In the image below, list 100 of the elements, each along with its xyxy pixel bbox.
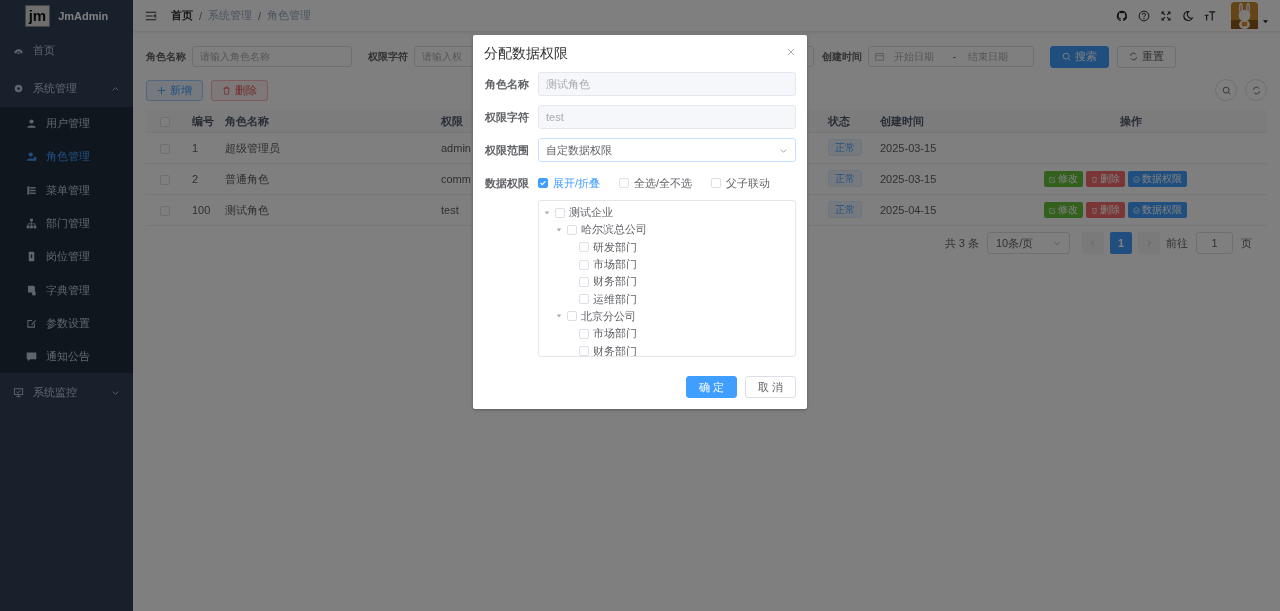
checkbox[interactable]: 父子联动 (711, 175, 771, 191)
select-field[interactable]: 自定数据权限 (538, 138, 796, 162)
checkbox[interactable] (567, 224, 577, 235)
tree-item[interactable]: 市场部门 (593, 257, 637, 273)
status-tag: 正常 (828, 139, 862, 156)
trash-icon (1091, 175, 1098, 183)
checkbox[interactable] (555, 207, 565, 218)
status-tag: 正常 (828, 201, 862, 218)
font-size-icon[interactable] (1204, 9, 1216, 22)
checkbox[interactable] (579, 294, 589, 305)
help-icon[interactable] (1138, 9, 1150, 22)
tree-item[interactable]: 财务部门 (593, 274, 637, 290)
field-label: 数据权限 (484, 175, 530, 191)
table-cell: 普通角色 (225, 172, 269, 185)
menu-icon[interactable] (145, 9, 157, 22)
search-icon (1221, 85, 1231, 95)
column-header: 状态 (828, 114, 850, 127)
add-button[interactable]: 新增 (146, 79, 203, 101)
menu-item[interactable]: 用户管理 (0, 107, 133, 141)
refresh-icon (1251, 85, 1261, 95)
edit-button[interactable]: 修改 (1044, 171, 1083, 187)
table-cell: 100 (192, 204, 211, 216)
chat-icon (26, 351, 37, 363)
field-label: 角色名称 (484, 76, 530, 92)
fullscreen-icon[interactable] (1160, 9, 1172, 22)
close-icon[interactable] (787, 48, 795, 56)
tree-item[interactable]: 研发部门 (593, 239, 637, 255)
confirm-button[interactable]: 确 定 (685, 376, 737, 398)
table-cell: comm (441, 173, 471, 185)
column-header: 角色名称 (225, 114, 269, 127)
trash-icon (1091, 206, 1098, 214)
tree-icon (26, 184, 37, 196)
trash-icon (222, 85, 231, 95)
edit-icon (1049, 206, 1056, 214)
tree-item[interactable]: 财务部门 (593, 343, 637, 356)
menu-item[interactable]: 首页 (0, 31, 133, 69)
jump-label: 前往 (1166, 235, 1188, 251)
total-count: 共 3 条 (944, 235, 979, 251)
tree-item[interactable]: 测试企业 (569, 205, 613, 221)
data-scope-button[interactable]: 数据权限 (1128, 171, 1187, 187)
checkbox[interactable]: 展开/折叠 (538, 175, 601, 191)
search-button[interactable] (1215, 79, 1237, 101)
checkbox[interactable] (579, 276, 589, 287)
reset-button[interactable]: 重置 (1117, 45, 1176, 68)
menu-item[interactable]: 菜单管理 (0, 173, 133, 207)
menu-item[interactable]: 岗位管理 (0, 240, 133, 274)
caret-down-icon[interactable] (555, 313, 563, 320)
edit-button[interactable]: 修改 (1044, 202, 1083, 218)
table-cell: test (441, 204, 459, 216)
menu-item[interactable]: 字典管理 (0, 273, 133, 307)
caret-down-icon[interactable] (555, 226, 563, 233)
breadcrumb-separator: / (199, 9, 203, 22)
tree-item[interactable]: 运维部门 (593, 291, 637, 307)
checkbox[interactable]: 全选/全不选 (619, 175, 693, 191)
checkbox[interactable] (579, 242, 589, 253)
page-button[interactable]: 1 (1110, 232, 1132, 254)
status-tag: 正常 (828, 170, 862, 187)
menu-item[interactable]: 通知公告 (0, 340, 133, 374)
cancel-button[interactable]: 取 消 (744, 376, 796, 398)
page-suffix: 页 (1241, 235, 1252, 251)
refresh-icon (1129, 52, 1138, 61)
monitor-icon (13, 386, 24, 398)
page-size-select[interactable]: 10条/页 (987, 232, 1070, 254)
search-icon (1062, 52, 1071, 61)
users-icon (26, 151, 37, 163)
data-scope-button[interactable]: 数据权限 (1128, 202, 1187, 218)
edit-icon (26, 317, 37, 329)
checkbox[interactable] (567, 311, 577, 322)
logo: jm (24, 4, 51, 27)
table-cell: 2025-04-15 (880, 204, 937, 216)
chevron-down-icon (1053, 239, 1061, 247)
page-number-field[interactable]: 1 (1196, 232, 1233, 254)
tree-item[interactable]: 哈尔滨总公司 (581, 222, 647, 238)
tree-item[interactable]: 市场部门 (593, 326, 637, 342)
menu-item[interactable]: 部门管理 (0, 206, 133, 241)
breadcrumb-item[interactable]: 首页 (171, 8, 193, 23)
search-button[interactable]: 搜索 (1050, 45, 1109, 68)
caret-down-icon[interactable] (543, 209, 551, 216)
plus-icon (157, 85, 166, 95)
checkbox[interactable] (579, 259, 589, 270)
menu-item[interactable]: 角色管理 (0, 140, 133, 174)
github-icon[interactable] (1116, 9, 1128, 22)
table-cell: 测试角色 (225, 203, 269, 216)
column-header: 编号 (192, 114, 214, 127)
refresh-button[interactable] (1245, 79, 1267, 101)
column-header: 权限 (441, 114, 463, 127)
table-cell: 2025-03-15 (880, 142, 937, 154)
menu-item[interactable]: 参数设置 (0, 306, 133, 341)
org-icon (26, 218, 37, 230)
checkbox[interactable] (579, 328, 589, 339)
moon-icon[interactable] (1182, 9, 1194, 22)
table-cell: 2025-03-15 (880, 173, 937, 185)
tree-item[interactable]: 北京分公司 (581, 308, 636, 324)
field-label: 权限字符 (368, 49, 408, 64)
gear-icon (13, 82, 24, 94)
calendar-icon (875, 52, 884, 61)
caret-icon[interactable] (1263, 19, 1268, 24)
checkbox[interactable] (579, 346, 589, 356)
field-label: 权限字符 (484, 109, 530, 125)
table-cell: 2 (192, 173, 199, 185)
